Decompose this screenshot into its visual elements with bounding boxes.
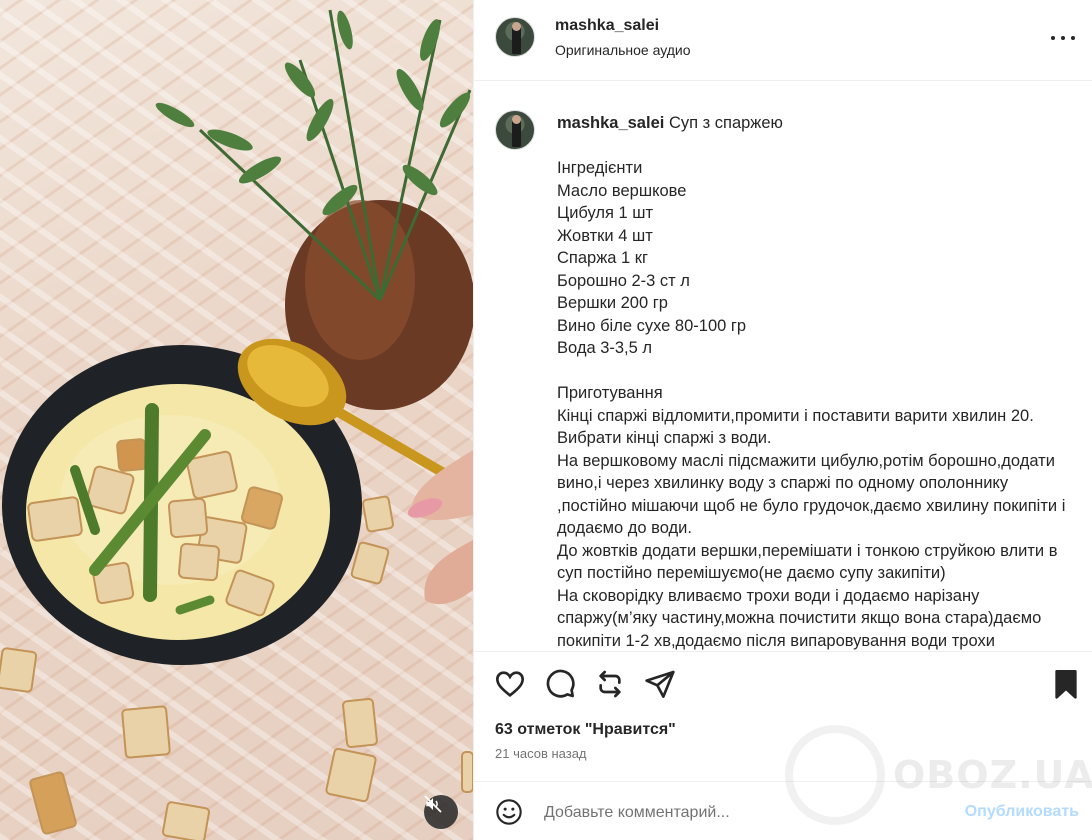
post-header: mashka_salei Оригинальное аудио: [474, 0, 1092, 81]
caption-body: Інгредієнти Масло вершкове Цибуля 1 шт Ж…: [557, 159, 1066, 650]
soup-photo: [0, 9, 473, 840]
repost-icon[interactable]: [594, 668, 626, 700]
emoji-smile-icon[interactable]: [495, 798, 523, 826]
author-avatar[interactable]: [495, 17, 535, 57]
comment-input[interactable]: [544, 800, 944, 826]
bookmark-icon[interactable]: [1050, 668, 1082, 700]
post-side-panel: mashka_salei Оригинальное аудио mashka_s…: [473, 0, 1092, 840]
heart-icon[interactable]: [494, 668, 526, 700]
publish-comment-button[interactable]: Опубликовать: [965, 803, 1079, 821]
comment-bubble-icon[interactable]: [544, 668, 576, 700]
caption-section: mashka_salei Суп з спаржею Інгредієнти М…: [474, 82, 1092, 650]
comment-bar: Опубликовать: [474, 781, 1092, 840]
mute-toggle-button[interactable]: [424, 795, 458, 829]
more-options-button[interactable]: [1051, 28, 1075, 48]
likes-count[interactable]: 63 отметок "Нравится": [495, 721, 676, 739]
more-dots-icon: [1051, 36, 1055, 40]
post-caption: mashka_salei Суп з спаржею Інгредієнти М…: [557, 112, 1082, 650]
send-icon[interactable]: [644, 668, 676, 700]
post-timestamp[interactable]: 21 часов назад: [495, 746, 587, 761]
caption-author-avatar[interactable]: [495, 110, 535, 150]
post-actions: 63 отметок "Нравится" 21 часов назад: [474, 651, 1092, 781]
caption-username[interactable]: mashka_salei: [557, 114, 664, 132]
speaker-muted-icon: [424, 795, 442, 813]
author-username[interactable]: mashka_salei: [555, 17, 659, 35]
post-media-video[interactable]: [0, 0, 473, 840]
caption-title: Суп з спаржею: [668, 114, 783, 132]
audio-link[interactable]: Оригинальное аудио: [555, 42, 691, 58]
